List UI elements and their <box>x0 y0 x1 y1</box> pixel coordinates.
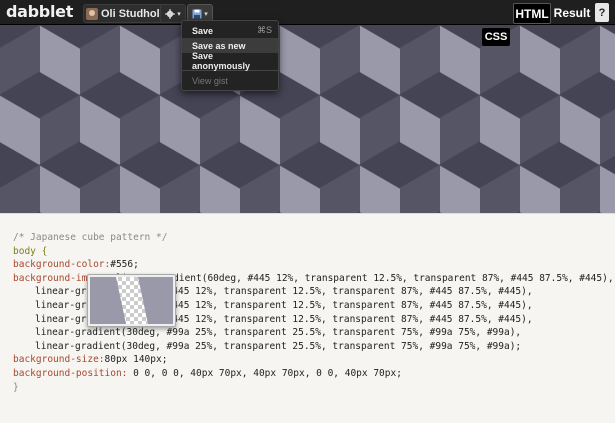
gradient-preview-popup <box>87 274 176 327</box>
shortcut-label: ⌘S <box>256 25 272 35</box>
code-value: 80px 140px; <box>104 354 168 366</box>
app-logo[interactable]: dabblet <box>6 2 73 21</box>
code-value: #556; <box>110 259 139 271</box>
menu-item-label: Save <box>192 25 214 36</box>
result-preview <box>0 25 615 213</box>
gear-icon <box>165 8 176 19</box>
floppy-disk-icon <box>192 9 202 18</box>
code-value: linear-gradient(60deg, #445 12%, transpa… <box>110 272 614 284</box>
menu-item-label: Save as new <box>192 40 246 51</box>
menu-item-save[interactable]: Save ⌘S <box>182 23 278 38</box>
code-closing-brace: } <box>13 381 19 393</box>
menu-item-save-anonymously[interactable]: Save anonymously <box>182 50 278 71</box>
code-line: linear-gradient(30deg, #99a 25%, transpa… <box>35 327 522 339</box>
menu-item-label: View gist <box>192 75 228 86</box>
code-line: background-position: 0 0, 0 0, 40px 70px… <box>13 367 614 381</box>
avatar <box>86 7 98 20</box>
menu-item-view-gist: View gist <box>182 73 278 88</box>
code-line: background-color:#556; <box>13 258 614 272</box>
save-dropdown-menu: Save ⌘S Save as new Save anonymously Vie… <box>181 20 279 91</box>
code-line: background-size:80px 140px; <box>13 353 614 367</box>
code-selector: body { <box>13 245 48 257</box>
code-line: linear-gradient(30deg, #99a 25%, transpa… <box>35 340 522 352</box>
help-button[interactable]: ? <box>595 3 609 22</box>
chevron-down-icon: ▾ <box>204 10 208 18</box>
menu-item-label: Save anonymously <box>192 50 251 71</box>
code-value: 0 0, 0 0, 40px 70px, 40px 70px, 0 0, 40p… <box>127 367 402 379</box>
top-toolbar: dabblet Oli Studholme ▾ ▾ HTML Result ? <box>0 0 615 25</box>
gradient-swatch <box>90 277 173 324</box>
chevron-down-icon: ▾ <box>177 10 181 18</box>
tab-html[interactable]: HTML <box>513 3 551 24</box>
code-property: background-size: <box>13 354 105 366</box>
tab-css[interactable]: CSS <box>482 28 510 46</box>
code-comment: /* Japanese cube pattern */ <box>13 232 168 243</box>
code-property: background-color: <box>13 259 111 271</box>
tab-result[interactable]: Result <box>553 3 591 22</box>
code-property: background-position: <box>13 367 128 379</box>
